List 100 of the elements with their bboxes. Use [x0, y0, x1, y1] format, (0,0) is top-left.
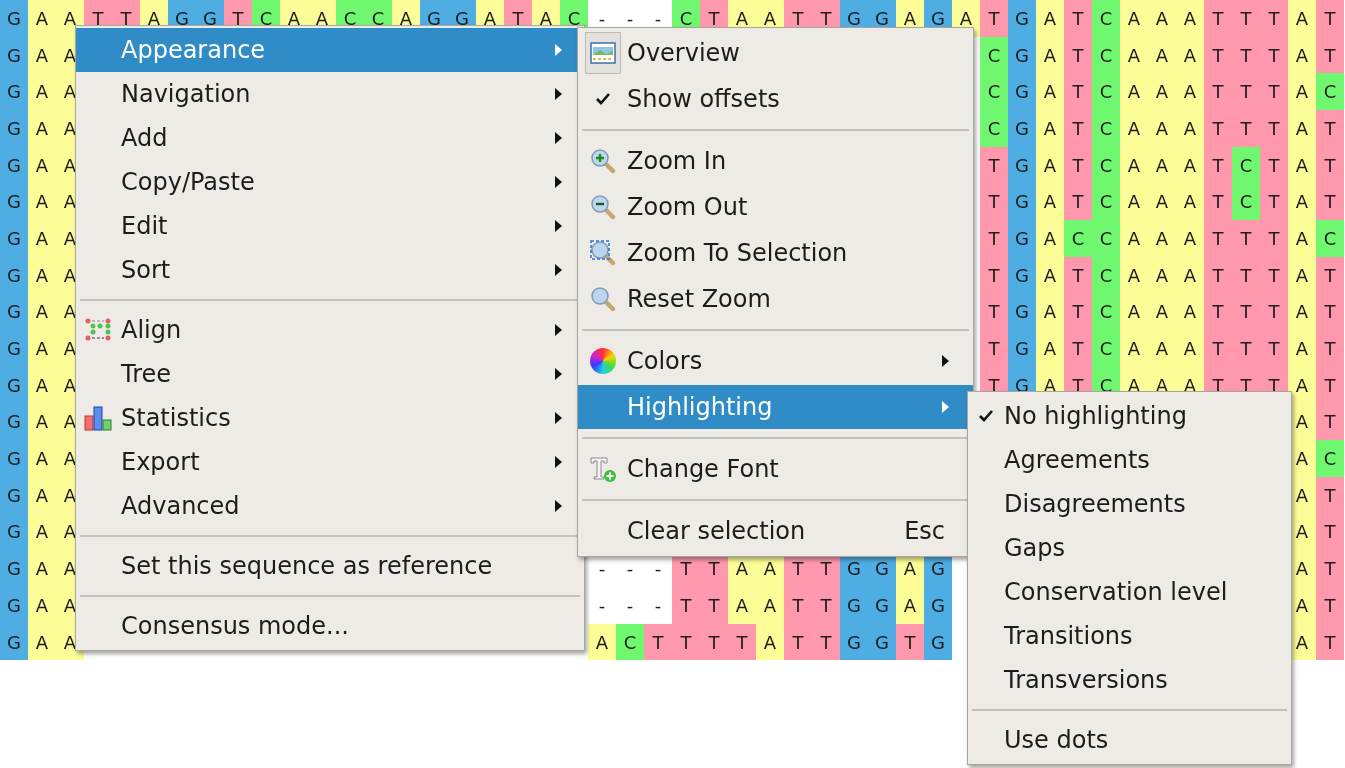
- base-cell: A: [1120, 146, 1148, 184]
- menu-item[interactable]: Gaps: [968, 526, 1291, 570]
- base-cell: C: [980, 36, 1008, 74]
- base-cell: A: [28, 513, 56, 551]
- base-cell: A: [1288, 220, 1316, 257]
- base-cell: G: [1008, 36, 1036, 74]
- base-cell: T: [1232, 256, 1260, 294]
- base-cell: T: [1204, 330, 1232, 367]
- submenu-arrow-icon: [555, 88, 562, 100]
- magnifier-icon: [588, 285, 617, 313]
- base-cell: C: [1092, 293, 1120, 331]
- base-cell: A: [1288, 36, 1316, 74]
- base-cell: G: [0, 440, 28, 477]
- base-cell: A: [1176, 110, 1204, 147]
- base-cell: A: [1148, 293, 1176, 331]
- base-cell: C: [1316, 220, 1344, 257]
- base-cell: A: [28, 293, 56, 331]
- base-cell: T: [672, 623, 700, 661]
- base-cell: T: [1316, 513, 1344, 551]
- submenu-arrow-icon: [555, 368, 562, 380]
- base-cell: T: [1204, 256, 1232, 294]
- base-cell: A: [1148, 146, 1176, 184]
- base-cell: T: [1316, 623, 1344, 661]
- base-cell: G: [1008, 73, 1036, 111]
- base-cell: T: [1064, 293, 1092, 331]
- base-cell: C: [980, 110, 1008, 147]
- base-cell: G: [868, 623, 896, 661]
- submenu-arrow-icon: [555, 44, 562, 56]
- base-cell: T: [672, 587, 700, 624]
- base-cell: G: [1008, 256, 1036, 294]
- base-cell: A: [756, 587, 784, 624]
- base-cell: A: [1176, 183, 1204, 221]
- base-cell: T: [812, 623, 840, 661]
- menu-item[interactable]: Conservation level: [968, 570, 1291, 614]
- base-cell: G: [1008, 330, 1036, 367]
- base-cell: G: [924, 587, 952, 624]
- base-cell: G: [0, 36, 28, 74]
- base-cell: G: [840, 587, 868, 624]
- base-cell: C: [1092, 330, 1120, 367]
- base-cell: G: [924, 623, 952, 661]
- base-cell: A: [1036, 220, 1064, 257]
- base-cell: G: [0, 183, 28, 221]
- base-cell: T: [1204, 36, 1232, 74]
- base-cell: G: [0, 403, 28, 441]
- base-cell: G: [1008, 220, 1036, 257]
- base-cell: T: [1204, 110, 1232, 147]
- zoom-in-icon: [588, 147, 617, 175]
- base-cell: T: [1064, 146, 1092, 184]
- base-cell: G: [1008, 0, 1036, 37]
- base-cell: A: [28, 36, 56, 74]
- menu-item[interactable]: Highlighting: [578, 385, 973, 429]
- base-cell: T: [644, 623, 672, 661]
- base-cell: A: [28, 73, 56, 111]
- base-cell: G: [1008, 110, 1036, 147]
- base-cell: C: [616, 623, 644, 661]
- base-cell: T: [1260, 256, 1288, 294]
- base-cell: A: [1288, 256, 1316, 294]
- base-cell: T: [980, 0, 1008, 37]
- base-cell: A: [1120, 110, 1148, 147]
- base-cell: T: [1064, 73, 1092, 111]
- base-cell: T: [1064, 183, 1092, 221]
- base-cell: G: [0, 623, 28, 661]
- base-cell: T: [1232, 0, 1260, 37]
- base-cell: A: [28, 256, 56, 294]
- base-cell: A: [1036, 110, 1064, 147]
- base-cell: A: [1288, 110, 1316, 147]
- base-cell: A: [1148, 36, 1176, 74]
- base-cell: A: [1176, 330, 1204, 367]
- submenu-arrow-icon: [555, 412, 562, 424]
- base-cell: A: [1148, 110, 1176, 147]
- bar-chart-icon: [83, 405, 114, 431]
- base-cell: A: [1120, 256, 1148, 294]
- base-cell: A: [28, 440, 56, 477]
- menu-item[interactable]: Transitions: [968, 614, 1291, 658]
- base-cell: A: [1036, 330, 1064, 367]
- base-cell: A: [1148, 183, 1176, 221]
- base-cell: T: [1316, 330, 1344, 367]
- menu-item[interactable]: Use dots: [968, 718, 1291, 762]
- base-cell: A: [896, 587, 924, 624]
- base-cell: T: [1316, 110, 1344, 147]
- base-cell: A: [1120, 293, 1148, 331]
- base-cell: A: [1288, 366, 1316, 404]
- base-cell: T: [980, 256, 1008, 294]
- base-cell: C: [1092, 36, 1120, 74]
- base-cell: T: [1316, 476, 1344, 514]
- menu-item[interactable]: Transversions: [968, 658, 1291, 702]
- base-cell: A: [28, 220, 56, 257]
- base-cell: T: [1204, 73, 1232, 111]
- submenu-arrow-icon: [555, 456, 562, 468]
- base-cell: T: [1316, 403, 1344, 441]
- base-cell: A: [1120, 73, 1148, 111]
- base-cell: A: [1148, 256, 1176, 294]
- base-cell: A: [28, 476, 56, 514]
- base-cell: T: [896, 623, 924, 661]
- base-cell: G: [0, 293, 28, 331]
- base-cell: A: [1288, 330, 1316, 367]
- font-icon: [588, 455, 617, 483]
- submenu-arrow-icon: [555, 324, 562, 336]
- base-cell: T: [1260, 293, 1288, 331]
- base-cell: A: [28, 403, 56, 441]
